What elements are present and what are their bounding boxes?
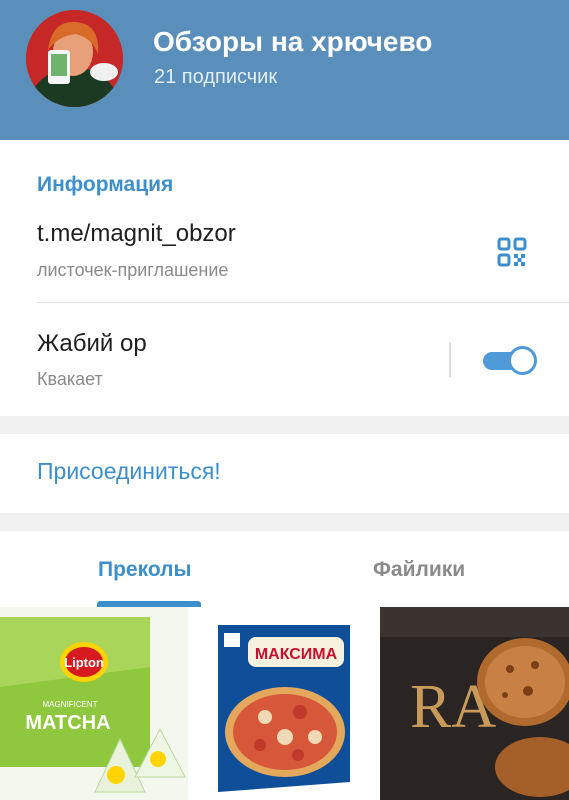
section-gap <box>0 416 569 434</box>
lipton-product-text: MATCHA <box>25 712 110 734</box>
toggle-title: Жабий ор <box>37 330 147 357</box>
section-gap <box>0 513 569 531</box>
lipton-sub-text: MAGNIFICENT <box>42 700 97 709</box>
info-divider <box>37 302 569 303</box>
invite-link[interactable]: t.me/magnit_obzor <box>37 220 236 248</box>
media-thumbnail-cookies[interactable]: RA <box>380 607 569 800</box>
info-card: Информация t.me/magnit_obzor листочек-пр… <box>0 140 569 416</box>
cookies-photo: RA <box>380 607 569 800</box>
qr-code-button[interactable] <box>492 232 532 272</box>
lipton-brand-text: Lipton <box>64 655 104 670</box>
join-button[interactable]: Присоединиться! <box>37 458 221 485</box>
tab-files[interactable]: Файлики <box>373 558 465 582</box>
invite-link-caption: листочек-приглашение <box>37 260 229 280</box>
toggle-separator <box>449 342 451 377</box>
join-card: Присоединиться! <box>0 434 569 513</box>
toggle-caption: Квакает <box>37 369 103 389</box>
subscriber-count: 21 подписчик <box>154 66 278 88</box>
media-thumbnail-pizza[interactable]: МАКСИМА <box>190 607 378 800</box>
lipton-matcha-photo: Lipton MAGNIFICENT MATCHA <box>0 607 188 800</box>
media-tabs: Преколы Файлики <box>0 531 569 607</box>
avatar-photo <box>26 10 123 107</box>
maxima-pizza-photo: МАКСИМА <box>190 607 378 800</box>
qr-code-icon <box>497 237 527 267</box>
channel-avatar[interactable] <box>26 10 123 107</box>
media-thumbnail-lipton[interactable]: Lipton MAGNIFICENT MATCHA <box>0 607 188 800</box>
info-section-title: Информация <box>37 173 174 196</box>
switch-thumb <box>508 346 537 375</box>
tab-memes[interactable]: Преколы <box>98 558 191 582</box>
channel-title: Обзоры на хрючево <box>153 26 433 57</box>
channel-header: Обзоры на хрючево 21 подписчик <box>0 0 569 140</box>
notification-switch[interactable] <box>483 346 537 375</box>
pizza-brand-text: МАКСИМА <box>255 646 338 663</box>
